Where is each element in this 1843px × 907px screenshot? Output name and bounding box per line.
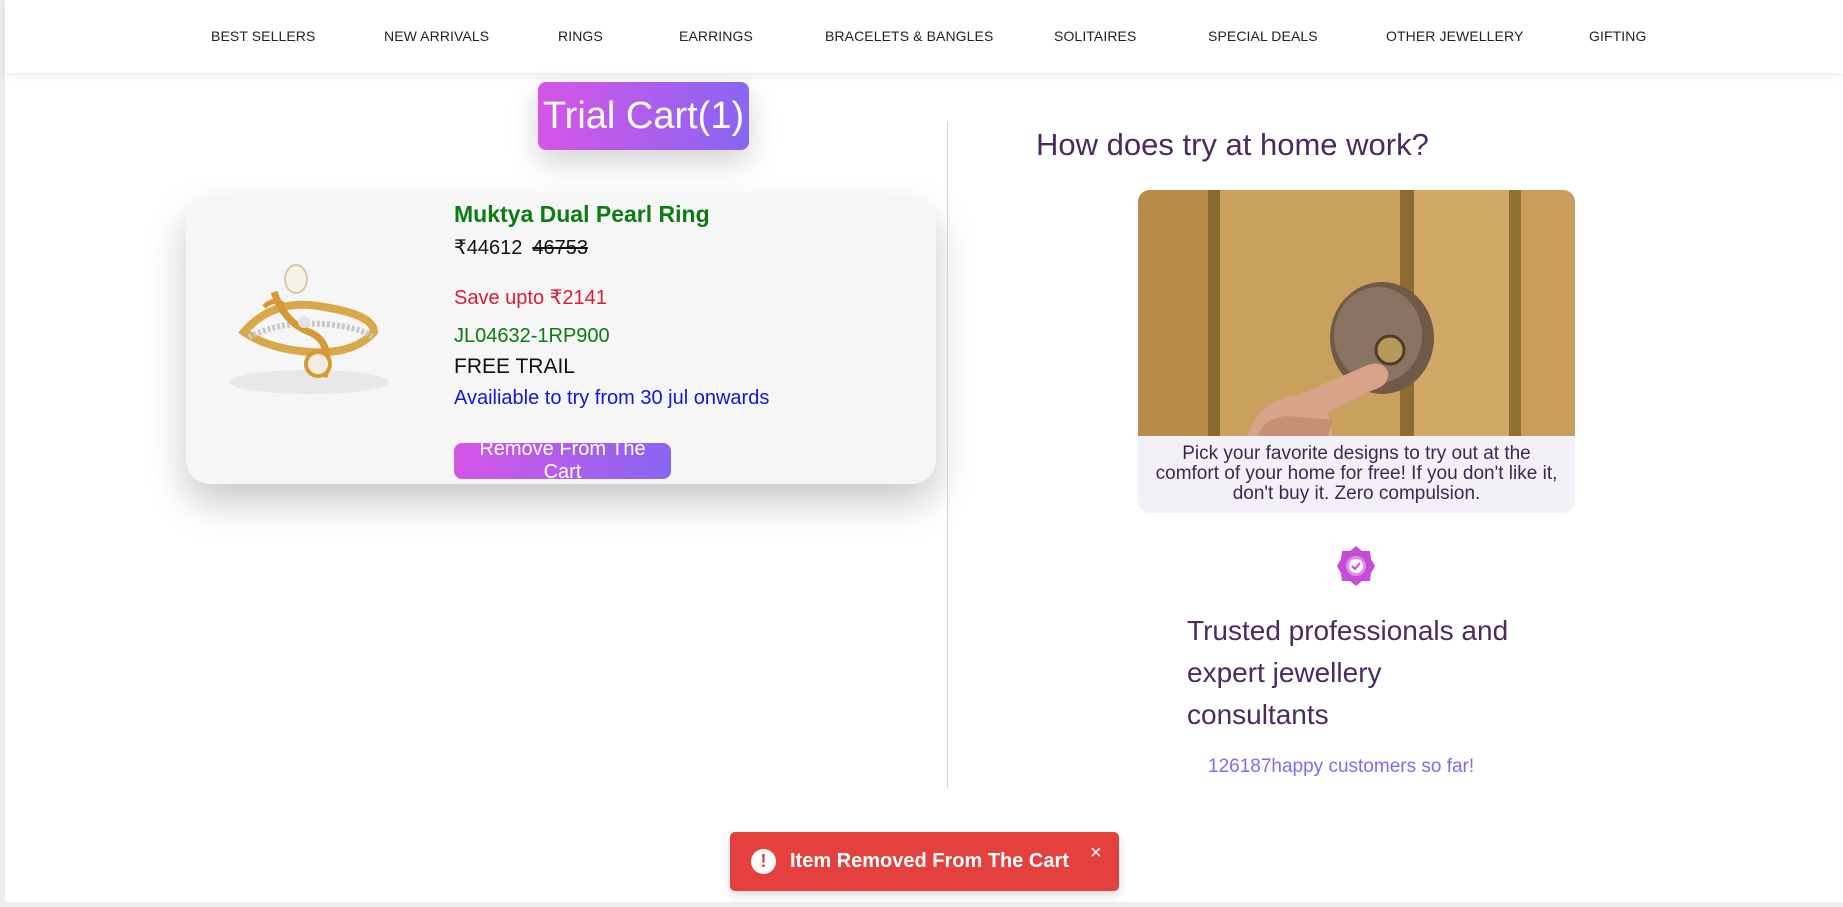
- nav-special-deals[interactable]: SPECIAL DEALS: [1208, 28, 1318, 44]
- column-divider: [947, 122, 948, 788]
- alert-icon: !: [751, 849, 776, 874]
- window-left-edge: [0, 0, 5, 907]
- trusted-professionals-text: Trusted professionals and expert jewelle…: [1187, 615, 1509, 730]
- remove-from-cart-button[interactable]: Remove From The Cart: [454, 438, 671, 483]
- nav-best-sellers[interactable]: BEST SELLERS: [211, 28, 315, 44]
- nav-solitaires[interactable]: SOLITAIRES: [1054, 28, 1136, 44]
- toast-notification: ! Item Removed From The Cart ×: [730, 832, 1119, 891]
- doorbell-image: [1138, 190, 1575, 436]
- page: BEST SELLERS NEW ARRIVALS RINGS EARRINGS…: [0, 0, 1843, 907]
- happy-customers-suffix: happy customers so far!: [1271, 756, 1475, 777]
- nav-rings[interactable]: RINGS: [558, 28, 603, 44]
- cart-item-card: Muktya Dual Pearl Ring ₹44612 46753 Save …: [186, 197, 936, 484]
- nav-new-arrivals[interactable]: NEW ARRIVALS: [384, 28, 489, 44]
- free-trial-label: FREE TRAIL: [454, 355, 575, 378]
- nav-gifting[interactable]: GIFTING: [1589, 28, 1646, 44]
- availability-text: Availiable to try from 30 jul onwards: [454, 387, 770, 409]
- savings-text: Save upto ₹2141: [454, 287, 607, 309]
- verified-badge-icon: [1337, 546, 1375, 586]
- toast-message: Item Removed From The Cart: [790, 850, 1069, 872]
- current-price: ₹44612: [454, 237, 523, 259]
- how-it-works-card: Pick your favorite designs to try out at…: [1138, 190, 1575, 513]
- product-name[interactable]: Muktya Dual Pearl Ring: [454, 201, 710, 228]
- top-nav: BEST SELLERS NEW ARRIVALS RINGS EARRINGS…: [5, 0, 1843, 73]
- happy-customers-count: 126187: [1208, 756, 1272, 776]
- nav-other-jewellery[interactable]: OTHER JEWELLERY: [1386, 28, 1523, 44]
- how-it-works-description: Pick your favorite designs to try out at…: [1155, 443, 1558, 504]
- happy-customers-text: 126187happy customers so far!: [1208, 756, 1474, 778]
- original-price: 46753: [532, 237, 588, 259]
- nav-earrings[interactable]: EARRINGS: [679, 28, 753, 44]
- close-icon[interactable]: ×: [1090, 842, 1102, 865]
- product-sku: JL04632-1RP900: [454, 325, 610, 347]
- how-it-works-title: How does try at home work?: [1036, 127, 1429, 162]
- trial-cart-title: Trial Cart(1): [538, 82, 749, 150]
- nav-bracelets-bangles[interactable]: BRACELETS & BANGLES: [825, 28, 993, 44]
- window-bottom-edge: [0, 902, 1843, 907]
- ring-product-image: [229, 264, 389, 394]
- price-row: ₹44612 46753: [454, 235, 588, 260]
